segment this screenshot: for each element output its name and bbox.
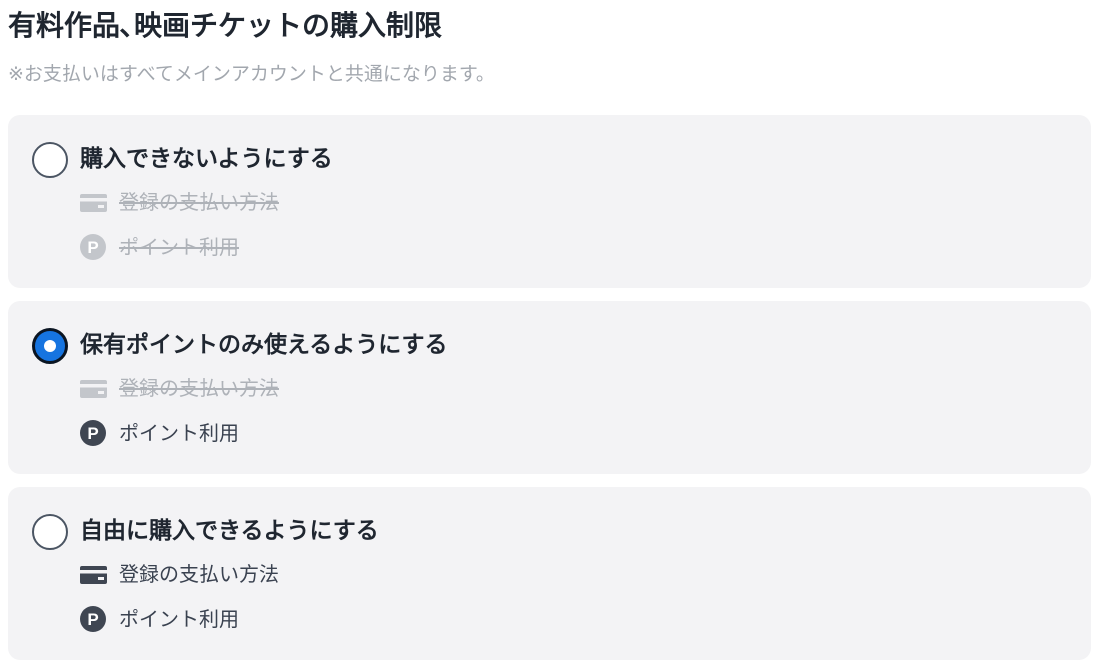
radio-button[interactable] <box>32 514 68 550</box>
feature-label: 登録の支払い方法 <box>119 376 279 400</box>
svg-text:P: P <box>87 238 98 257</box>
feature-registered-payment: 登録の支払い方法 <box>80 373 680 403</box>
svg-text:P: P <box>87 610 98 629</box>
feature-label: ポイント利用 <box>119 607 239 631</box>
feature-registered-payment: 登録の支払い方法 <box>80 559 680 589</box>
feature-label: 登録の支払い方法 <box>119 190 279 214</box>
points-icon: P <box>80 418 108 448</box>
points-icon: P <box>80 232 108 262</box>
option-label: 保有ポイントのみ使えるようにする <box>80 332 448 358</box>
option-label: 購入できないようにする <box>80 146 333 172</box>
feature-point-usage: P ポイント利用 <box>80 232 680 262</box>
radio-button[interactable] <box>32 142 68 178</box>
credit-card-icon <box>80 373 108 403</box>
payment-note: ※お支払いはすべてメインアカウントと共通になります。 <box>8 63 495 85</box>
option-card-free-purchase[interactable]: 自由に購入できるようにする 登録の支払い方法 P ポイント利用 <box>8 487 1091 660</box>
option-label: 自由に購入できるようにする <box>80 518 379 544</box>
feature-point-usage: P ポイント利用 <box>80 604 680 634</box>
svg-text:P: P <box>87 424 98 443</box>
feature-label: ポイント利用 <box>119 235 239 259</box>
radio-button[interactable] <box>32 328 68 364</box>
feature-label: ポイント利用 <box>119 421 239 445</box>
credit-card-icon <box>80 559 108 589</box>
feature-point-usage: P ポイント利用 <box>80 418 680 448</box>
feature-registered-payment: 登録の支払い方法 <box>80 187 680 217</box>
page-title: 有料作品､映画チケットの購入制限 <box>8 9 443 42</box>
option-card-points-only[interactable]: 保有ポイントのみ使えるようにする 登録の支払い方法 P ポイント利用 <box>8 301 1091 474</box>
option-card-no-purchase[interactable]: 購入できないようにする 登録の支払い方法 P ポイント利用 <box>8 115 1091 288</box>
points-icon: P <box>80 604 108 634</box>
feature-label: 登録の支払い方法 <box>119 562 279 586</box>
credit-card-icon <box>80 187 108 217</box>
